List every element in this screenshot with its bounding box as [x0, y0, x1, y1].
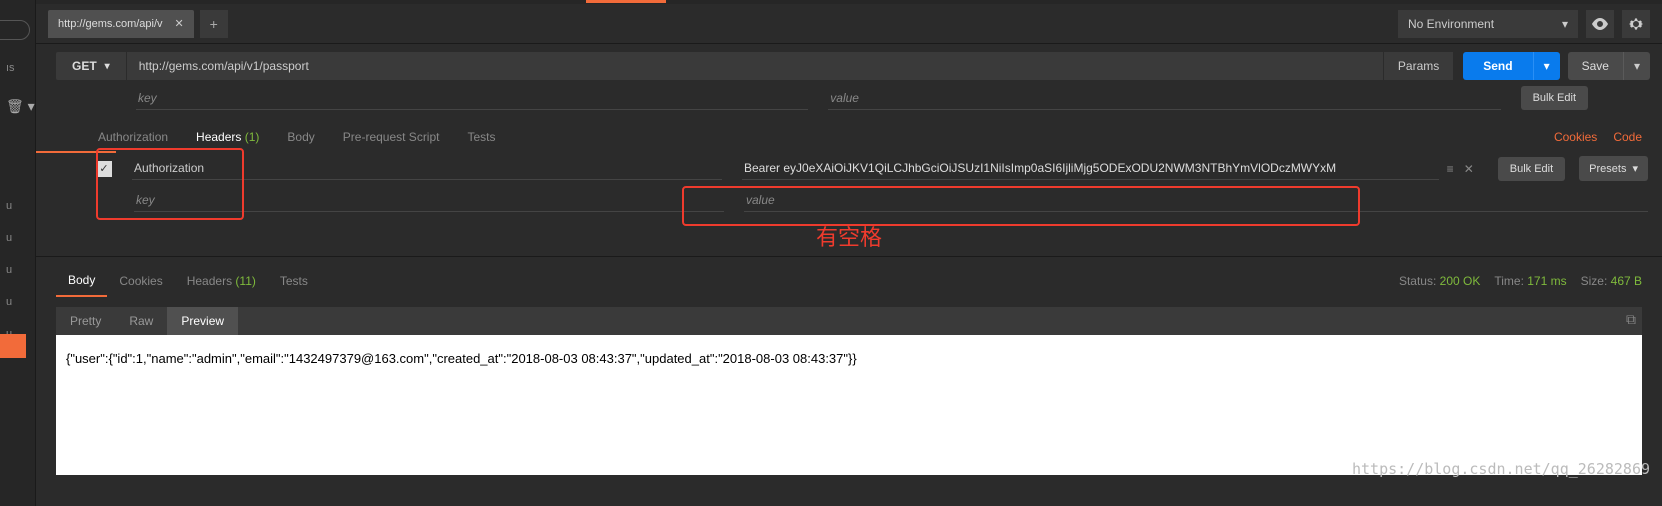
params-button[interactable]: Params [1383, 52, 1453, 80]
header-checkbox[interactable]: ✓ [96, 161, 112, 177]
save-dropdown[interactable]: ▾ [1623, 52, 1650, 80]
request-section-tabs: Authorization Headers (1) Body Pre-reque… [36, 116, 1662, 150]
top-strip [36, 0, 1662, 4]
chevron-down-icon: ▾ [1632, 162, 1638, 175]
sidebar-active-marker [0, 334, 26, 358]
watermark: https://blog.csdn.net/qq_26282869 [1352, 460, 1650, 478]
request-bar: GET ▾ http://gems.com/api/v1/passport Pa… [36, 44, 1662, 80]
row-menu-icon[interactable]: ≡ [1447, 162, 1454, 176]
request-tab-label: http://gems.com/api/v [58, 18, 163, 30]
annotation-text: 有空格 [36, 218, 1662, 256]
send-button[interactable]: Send [1463, 52, 1532, 80]
method-label: GET [72, 59, 97, 73]
trash-icon[interactable]: 🗑 ▾ [6, 98, 35, 115]
tab-prerequest[interactable]: Pre-request Script [341, 124, 442, 150]
header-value-input[interactable]: Bearer eyJ0eXAiOiJKV1QiLCJhbGciOiJSUzI1N… [742, 157, 1439, 180]
chevron-down-icon: ▾ [1562, 17, 1568, 31]
save-button[interactable]: Save [1568, 52, 1623, 80]
top-bar: http://gems.com/api/v ✕ + No Environment… [36, 4, 1662, 44]
view-preview[interactable]: Preview [167, 307, 238, 335]
copy-icon[interactable]: ⧉ [1626, 311, 1636, 328]
settings-gear-icon[interactable] [1622, 10, 1650, 38]
environment-dropdown[interactable]: No Environment ▾ [1398, 10, 1578, 38]
top-accent [586, 0, 666, 3]
param-key-input[interactable]: key [136, 87, 808, 110]
bulk-edit-button[interactable]: Bulk Edit [1521, 86, 1588, 110]
header-value-placeholder[interactable]: value [744, 189, 1648, 212]
sidebar-glyphs: uuuuu [6, 200, 12, 340]
tab-tests[interactable]: Tests [465, 124, 497, 150]
request-tab[interactable]: http://gems.com/api/v ✕ [48, 10, 194, 38]
response-body: {"user":{"id":1,"name":"admin","email":"… [56, 335, 1642, 475]
close-icon[interactable]: ✕ [175, 17, 184, 30]
sidebar-pill [0, 20, 30, 40]
resp-tab-headers[interactable]: Headers (11) [175, 266, 268, 296]
method-dropdown[interactable]: GET ▾ [56, 52, 126, 80]
response-tabs: Body Cookies Headers (11) Tests Status: … [36, 256, 1662, 297]
collapsed-sidebar: ıs 🗑 ▾ uuuuu [0, 0, 36, 506]
chevron-down-icon: ▾ [1634, 59, 1640, 73]
resp-tab-cookies[interactable]: Cookies [107, 266, 174, 296]
tab-body[interactable]: Body [285, 124, 316, 150]
sidebar-text-frag: ıs [6, 62, 15, 74]
query-param-row-placeholder: key value Bulk Edit [36, 80, 1662, 116]
row-delete-icon[interactable]: ✕ [1464, 162, 1474, 176]
presets-dropdown[interactable]: Presets ▾ [1579, 156, 1648, 181]
view-pretty[interactable]: Pretty [56, 307, 115, 335]
url-input[interactable]: http://gems.com/api/v1/passport [126, 52, 1383, 80]
send-dropdown[interactable]: ▾ [1533, 52, 1560, 80]
tab-headers[interactable]: Headers (1) [194, 124, 261, 150]
bulk-edit-button[interactable]: Bulk Edit [1498, 157, 1565, 181]
cookies-link[interactable]: Cookies [1554, 130, 1597, 144]
environment-label: No Environment [1408, 17, 1494, 31]
header-key-input[interactable]: Authorization [132, 157, 722, 180]
resp-tab-body[interactable]: Body [56, 265, 107, 297]
environment-preview-icon[interactable] [1586, 10, 1614, 38]
url-value: http://gems.com/api/v1/passport [139, 59, 309, 73]
main-panel: http://gems.com/api/v ✕ + No Environment… [36, 0, 1662, 506]
header-key-placeholder[interactable]: key [134, 189, 724, 212]
view-raw[interactable]: Raw [115, 307, 167, 335]
response-view-tabs: Pretty Raw Preview ⧉ [56, 307, 1642, 335]
response-body-text: {"user":{"id":1,"name":"admin","email":"… [66, 351, 857, 366]
tab-authorization[interactable]: Authorization [96, 124, 170, 150]
header-placeholder-row: key value [36, 187, 1662, 218]
param-value-input[interactable]: value [828, 87, 1500, 110]
new-tab-button[interactable]: + [200, 10, 228, 38]
resp-tab-tests[interactable]: Tests [268, 266, 320, 296]
chevron-down-icon: ▾ [105, 61, 110, 72]
code-link[interactable]: Code [1613, 130, 1642, 144]
header-row: ✓ Authorization Bearer eyJ0eXAiOiJKV1QiL… [36, 150, 1662, 187]
chevron-down-icon: ▾ [1544, 59, 1550, 73]
response-meta: Status: 200 OK Time: 171 ms Size: 467 B [1399, 274, 1642, 288]
